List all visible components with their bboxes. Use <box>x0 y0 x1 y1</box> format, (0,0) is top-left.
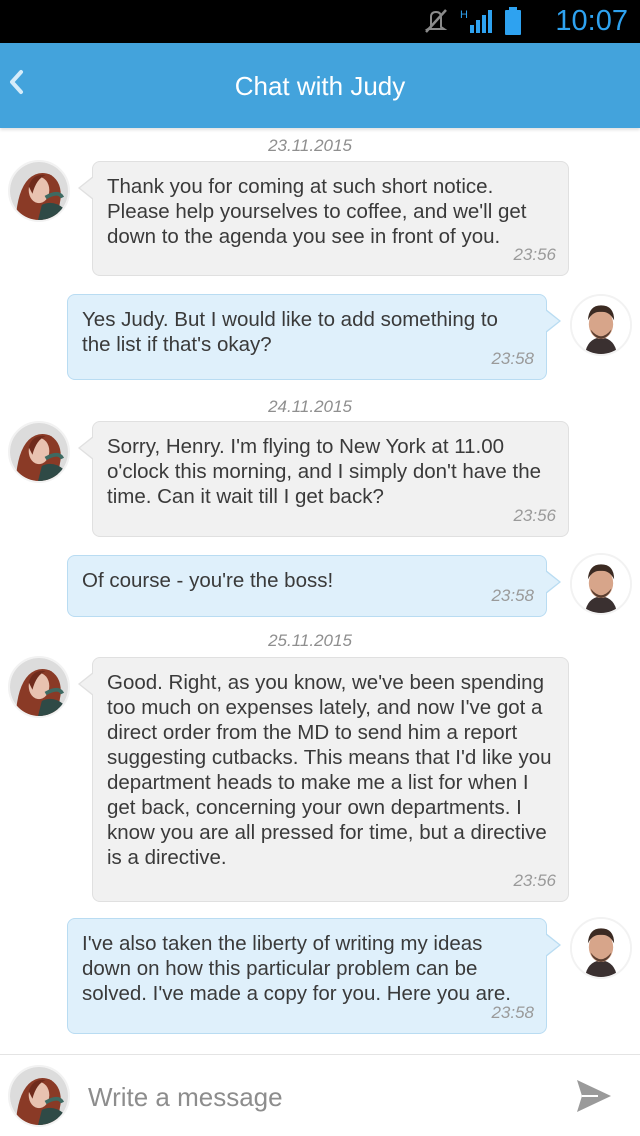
henry-avatar-icon <box>572 919 630 977</box>
avatar-judy[interactable] <box>8 160 70 222</box>
status-icons: H <box>422 6 522 36</box>
date-separator: 23.11.2015 <box>268 136 352 155</box>
mute-icon <box>424 9 448 33</box>
message-bubble-incoming[interactable]: Sorry, Henry. I'm flying to New York at … <box>78 421 569 537</box>
avatar-henry[interactable] <box>570 553 632 615</box>
send-icon <box>577 1080 611 1112</box>
message-input[interactable] <box>88 1075 548 1119</box>
page-title: Chat with Judy <box>234 71 406 101</box>
judy-avatar-icon <box>10 1067 68 1125</box>
message-bubble-outgoing[interactable]: Of course - you're the boss! 23:58 <box>67 555 561 617</box>
message-bubble-incoming[interactable]: Good. Right, as you know, we've been spe… <box>78 657 569 902</box>
avatar-judy[interactable] <box>8 656 70 718</box>
avatar-judy[interactable] <box>8 1065 70 1127</box>
message-time: 23:58 <box>491 1003 534 1022</box>
message-time: 23:56 <box>513 245 556 264</box>
network-type: H <box>460 9 468 21</box>
signal-icon: H <box>460 9 492 33</box>
message-text: Good. Right, as you know, we've been spe… <box>107 671 552 869</box>
send-button[interactable] <box>574 1077 614 1115</box>
avatar-judy[interactable] <box>8 421 70 483</box>
date-separator: 25.11.2015 <box>268 631 352 650</box>
henry-avatar-icon <box>572 555 630 613</box>
avatar-henry[interactable] <box>570 917 632 979</box>
message-bubble-outgoing[interactable]: Yes Judy. But I would like to add someth… <box>67 294 561 380</box>
judy-avatar-icon <box>10 162 68 220</box>
message-text: I've also taken the liberty of writing m… <box>82 932 511 1005</box>
judy-avatar-icon <box>10 658 68 716</box>
message-text: Of course - you're the boss! <box>82 569 334 592</box>
message-bubble-incoming[interactable]: Thank you for coming at such short notic… <box>78 161 569 276</box>
date-separator: 24.11.2015 <box>268 397 352 416</box>
judy-avatar-icon <box>10 423 68 481</box>
battery-icon <box>505 7 521 35</box>
henry-avatar-icon <box>572 296 630 354</box>
message-time: 23:56 <box>513 506 556 525</box>
message-text: Sorry, Henry. I'm flying to New York at … <box>107 435 541 508</box>
message-text: Thank you for coming at such short notic… <box>107 175 527 248</box>
status-bar: H 10:07 <box>0 0 640 43</box>
app-bar: Chat with Judy <box>0 43 640 128</box>
message-text: Yes Judy. But I would like to add someth… <box>82 308 498 356</box>
message-bubble-outgoing[interactable]: I've also taken the liberty of writing m… <box>67 918 561 1034</box>
status-clock: 10:07 <box>555 5 628 37</box>
message-composer <box>0 1054 640 1136</box>
message-time: 23:56 <box>513 871 556 890</box>
avatar-henry[interactable] <box>570 294 632 356</box>
message-time: 23:58 <box>491 349 534 368</box>
message-time: 23:58 <box>491 586 534 605</box>
